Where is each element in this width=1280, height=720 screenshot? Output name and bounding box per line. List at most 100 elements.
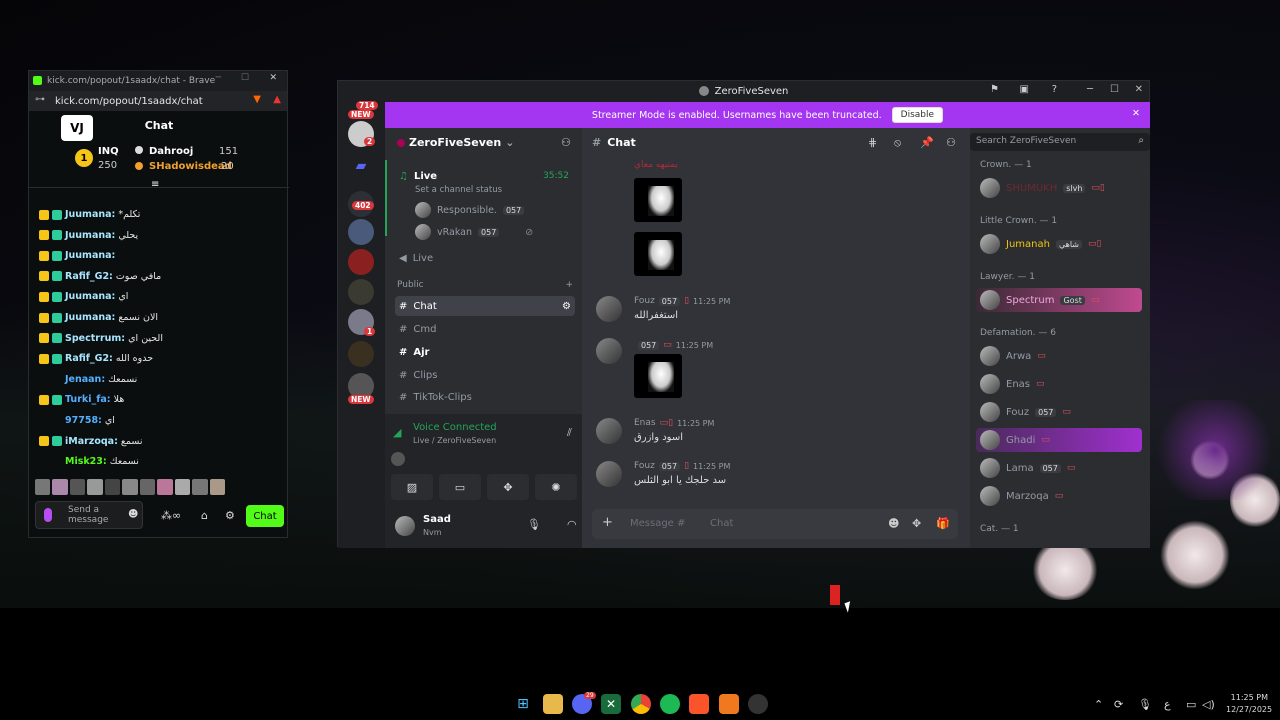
emote-icon[interactable] (87, 479, 103, 495)
windows-start-icon[interactable]: ⊞ (513, 694, 533, 714)
channel-cmd[interactable]: # Cmd (395, 319, 575, 339)
help-icon[interactable]: ? (1052, 84, 1057, 95)
leader-name[interactable]: SHadowisdead (149, 161, 232, 172)
close-banner-icon[interactable]: ✕ (1132, 108, 1140, 119)
emote-icon[interactable] (192, 479, 208, 495)
channel-tiktok[interactable]: # TikTok-Clips (395, 387, 575, 407)
member-row[interactable]: Jumanah شاهي ▭▯ (976, 232, 1142, 256)
volume-icon[interactable]: ◁) (1202, 698, 1215, 711)
member-row[interactable]: Lama 057 ▭ (976, 456, 1142, 480)
chat-username[interactable]: Jenaan: (65, 374, 105, 385)
member-row[interactable]: SHUMUKH slvh ▭▯ (976, 176, 1142, 200)
chat-username[interactable]: Rafif_G2: (65, 271, 113, 282)
avatar[interactable] (596, 418, 622, 444)
brave-shield-icon[interactable]: ▼ (253, 94, 261, 105)
apps-icon[interactable]: ✥ (912, 517, 921, 530)
add-attachment-icon[interactable]: + (602, 515, 613, 530)
voice-channel-live-2[interactable]: ◀ Live (395, 248, 575, 268)
chat-username[interactable]: 97758: (65, 415, 102, 426)
emote-icon[interactable] (104, 479, 121, 495)
disable-streamer-button[interactable]: Disable (891, 107, 944, 123)
gift-icon[interactable]: 🎁 (936, 517, 950, 530)
camera-off-icon[interactable]: ▨ (391, 474, 433, 500)
message-author[interactable]: Fouz (634, 296, 655, 306)
server-icon[interactable] (348, 341, 374, 367)
chat-send-button[interactable]: Chat (246, 505, 284, 527)
avatar[interactable] (596, 296, 622, 322)
server-name-header[interactable]: ZeroFiveSeven ⌄ (397, 136, 514, 149)
pin-icon[interactable]: 📌 (920, 136, 934, 149)
chrome-app-icon[interactable] (631, 694, 651, 714)
emote-icon[interactable] (52, 479, 68, 495)
member-row[interactable]: Ghadi ▭ (976, 428, 1142, 452)
threads-icon[interactable]: ⋕ (868, 136, 877, 149)
channel-clips[interactable]: # Clips (395, 365, 575, 385)
add-channel-icon[interactable]: + (565, 280, 573, 290)
sync-icon[interactable]: ⟳ (1114, 698, 1123, 711)
member-row[interactable]: Marzoqa ▭ (976, 484, 1142, 508)
image-attachment[interactable] (634, 232, 682, 276)
brave-rewards-icon[interactable]: ▲ (273, 94, 281, 105)
category-public[interactable]: Public + (397, 280, 573, 290)
maximize-icon[interactable]: ☐ (1110, 84, 1119, 95)
activity-icon[interactable] (391, 452, 405, 466)
channel-settings-icon[interactable]: ⚙ (562, 301, 571, 312)
mic-icon[interactable]: 🎙 (527, 518, 541, 531)
minimize-icon[interactable]: ─ (216, 73, 221, 83)
avatar[interactable] (596, 338, 622, 364)
chat-username[interactable]: Juumana: (65, 209, 115, 220)
close-icon[interactable]: ✕ (1135, 84, 1143, 95)
emote-icon[interactable] (122, 479, 138, 495)
emote-icon[interactable] (174, 479, 191, 495)
add-member-icon[interactable]: ⚇ (561, 136, 571, 149)
chat-username[interactable]: Juumana: (65, 230, 115, 241)
member-row[interactable]: Enas ▭ (976, 372, 1142, 396)
emote-icon[interactable] (209, 479, 225, 495)
emoji-icon[interactable]: ☻ (128, 509, 138, 520)
voice-channel-live[interactable]: ♫ Live 35:52 (395, 166, 575, 186)
inbox-flag-icon[interactable]: ⚑ (990, 84, 999, 95)
chat-username[interactable]: Juumana: (65, 312, 115, 323)
image-attachment[interactable] (634, 354, 682, 398)
headphones-icon[interactable]: ◠ (567, 518, 577, 531)
server-icon[interactable] (348, 279, 374, 305)
spotify-app-icon[interactable] (660, 694, 680, 714)
member-row[interactable]: Fouz 057 ▭ (976, 400, 1142, 424)
noise-suppression-icon[interactable]: ⫽ (567, 426, 572, 440)
leader-name[interactable]: Dahrooj (149, 146, 193, 157)
message-author[interactable]: Fouz (634, 461, 655, 471)
store-icon[interactable]: ⌂ (201, 509, 208, 522)
kick-message-input[interactable]: Send a message ☻ (35, 501, 143, 529)
server-icon[interactable] (348, 219, 374, 245)
brave-app-icon[interactable] (689, 694, 709, 714)
server-icon[interactable] (348, 249, 374, 275)
emote-icon[interactable] (139, 479, 156, 495)
chat-username[interactable]: Spectrrum: (65, 333, 125, 344)
channel-status[interactable]: Set a channel status (415, 185, 502, 195)
excel-app-icon[interactable]: ✕ (601, 694, 621, 714)
image-attachment[interactable] (634, 178, 682, 222)
chat-username[interactable]: Juumana: (65, 250, 115, 261)
emote-icon[interactable] (69, 479, 86, 495)
close-icon[interactable]: ✕ (269, 73, 277, 83)
message-author[interactable]: Enas (634, 418, 656, 428)
folder-icon[interactable]: ▰ (348, 153, 374, 179)
emote-icon[interactable] (35, 479, 51, 495)
emote-icon[interactable] (157, 479, 173, 495)
activities-icon[interactable]: ✥ (487, 474, 529, 500)
obs-app-icon[interactable] (748, 694, 768, 714)
points-icon[interactable]: ⁂∞ (161, 509, 181, 522)
language-indicator[interactable]: ع (1164, 698, 1171, 711)
minimize-icon[interactable]: ─ (1087, 84, 1093, 95)
microphone-icon[interactable] (44, 508, 52, 522)
member-row[interactable]: Spectrum Gost ▭ (976, 288, 1142, 312)
voice-user[interactable]: vRakan 057 ⊘ (415, 224, 533, 240)
expand-icon[interactable]: ≡ (151, 179, 159, 190)
screen-share-icon[interactable]: ▭ (439, 474, 481, 500)
channel-ajr[interactable]: # Ajr (395, 342, 575, 362)
soundboard-icon[interactable]: ✺ (535, 474, 577, 500)
chat-username[interactable]: Juumana: (65, 291, 115, 302)
settings-icon[interactable]: ⚙ (225, 509, 235, 522)
chat-username[interactable]: Turki_fa: (65, 394, 111, 405)
search-icon[interactable]: ⌕ (1138, 135, 1144, 146)
